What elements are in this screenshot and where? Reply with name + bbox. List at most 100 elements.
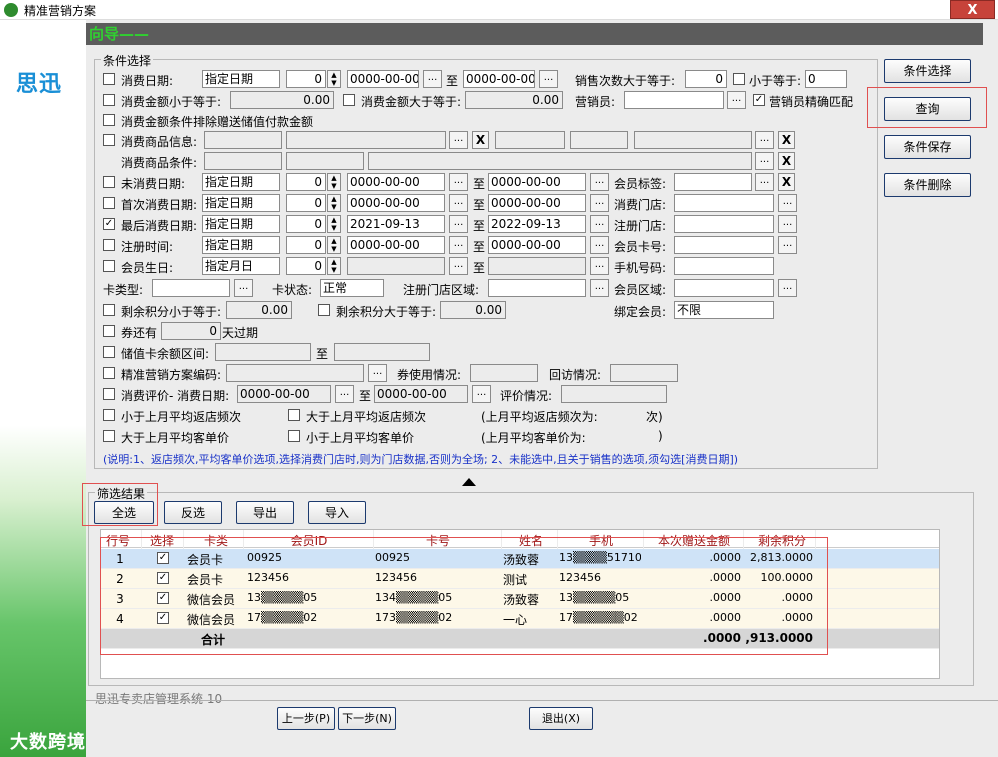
reg-time-to[interactable]: 0000-00-00 xyxy=(488,236,586,254)
close-button[interactable]: X xyxy=(950,0,995,19)
clerk-picker[interactable]: ... xyxy=(727,91,746,109)
export-button[interactable]: 导出 xyxy=(236,501,294,524)
product-info-field-2[interactable] xyxy=(286,131,446,149)
birthday-spin[interactable]: ▲ ▼ xyxy=(327,257,341,275)
freq-greater-checkbox[interactable] xyxy=(288,409,300,421)
condition-select-button[interactable]: 条件选择 xyxy=(884,59,971,83)
plan-code-input[interactable] xyxy=(226,364,364,382)
product-info-field-5[interactable] xyxy=(634,131,752,149)
coupon-expire-checkbox[interactable] xyxy=(103,325,115,337)
balance-to-input[interactable] xyxy=(334,343,430,361)
reg-time-spin[interactable]: ▲ ▼ xyxy=(327,236,341,254)
no-consume-to[interactable]: 0000-00-00 xyxy=(488,173,586,191)
reg-time-to-picker[interactable]: ... xyxy=(590,236,609,254)
points-less-checkbox[interactable] xyxy=(103,304,115,316)
card-type-picker[interactable]: ... xyxy=(234,279,253,297)
consume-store-input[interactable] xyxy=(674,194,774,212)
consume-date-mode[interactable]: 指定日期 xyxy=(202,70,280,88)
last-consume-mode[interactable]: 指定日期 xyxy=(202,215,280,233)
product-info-picker[interactable]: ... xyxy=(449,131,468,149)
no-consume-from[interactable]: 0000-00-00 xyxy=(347,173,445,191)
product-info-clear-2[interactable]: X xyxy=(778,131,795,149)
reg-time-mode[interactable]: 指定日期 xyxy=(202,236,280,254)
consume-date-to-picker[interactable]: ... xyxy=(539,70,558,88)
less-equal-checkbox[interactable] xyxy=(733,73,745,85)
product-info-field-4[interactable] xyxy=(570,131,628,149)
reg-time-num[interactable]: 0 xyxy=(286,236,326,254)
card-no-picker[interactable]: ... xyxy=(778,236,797,254)
consume-date-spin[interactable]: ▲ ▼ xyxy=(327,70,341,88)
birthday-num[interactable]: 0 xyxy=(286,257,326,275)
last-consume-spin[interactable]: ▲ ▼ xyxy=(327,215,341,233)
first-consume-to[interactable]: 0000-00-00 xyxy=(488,194,586,212)
birthday-from[interactable] xyxy=(347,257,445,275)
phone-input[interactable] xyxy=(674,257,774,275)
no-consume-num[interactable]: 0 xyxy=(286,173,326,191)
sales-count-input[interactable]: 0 xyxy=(685,70,727,88)
reg-store-input[interactable] xyxy=(674,215,774,233)
product-info-clear[interactable]: X xyxy=(472,131,489,149)
birthday-to[interactable] xyxy=(488,257,586,275)
plan-code-checkbox[interactable] xyxy=(103,367,115,379)
member-area-picker[interactable]: ... xyxy=(778,279,797,297)
consume-date-to[interactable]: 0000-00-00 xyxy=(463,70,535,88)
freq-less-checkbox[interactable] xyxy=(103,409,115,421)
card-type-input[interactable] xyxy=(152,279,230,297)
first-consume-checkbox[interactable] xyxy=(103,197,115,209)
member-tag-picker[interactable]: ... xyxy=(755,173,774,191)
no-consume-spin[interactable]: ▲ ▼ xyxy=(327,173,341,191)
evaluation-to-picker[interactable]: ... xyxy=(472,385,491,403)
product-cond-picker[interactable]: ... xyxy=(755,152,774,170)
last-consume-checkbox[interactable]: ✓ xyxy=(103,218,115,230)
consume-store-picker[interactable]: ... xyxy=(778,194,797,212)
evaluation-from[interactable]: 0000-00-00 xyxy=(237,385,331,403)
product-cond-field-3[interactable] xyxy=(368,152,752,170)
last-consume-to-picker[interactable]: ... xyxy=(590,215,609,233)
plan-code-picker[interactable]: ... xyxy=(368,364,387,382)
reg-area-picker[interactable]: ... xyxy=(590,279,609,297)
coupon-expire-input[interactable]: 0 xyxy=(161,322,221,340)
first-consume-num[interactable]: 0 xyxy=(286,194,326,212)
bind-member-select[interactable]: 不限 xyxy=(674,301,774,319)
amount-greater-checkbox[interactable] xyxy=(343,94,355,106)
first-consume-spin[interactable]: ▲ ▼ xyxy=(327,194,341,212)
less-equal-input[interactable]: 0 xyxy=(805,70,847,88)
clerk-match-checkbox[interactable]: ✓ xyxy=(753,94,765,106)
eval-status-input[interactable] xyxy=(561,385,667,403)
evaluation-to[interactable]: 0000-00-00 xyxy=(374,385,468,403)
import-button[interactable]: 导入 xyxy=(308,501,366,524)
select-all-button[interactable]: 全选 xyxy=(94,501,154,524)
reg-store-picker[interactable]: ... xyxy=(778,215,797,233)
coupon-usage-input[interactable] xyxy=(470,364,538,382)
last-consume-from[interactable]: 2021-09-13 xyxy=(347,215,445,233)
clerk-input[interactable] xyxy=(624,91,724,109)
product-info-field-3[interactable] xyxy=(495,131,565,149)
visit-input[interactable] xyxy=(610,364,678,382)
member-tag-clear[interactable]: X xyxy=(778,173,795,191)
product-info-checkbox[interactable] xyxy=(103,134,115,146)
price-less-checkbox[interactable] xyxy=(288,430,300,442)
first-consume-from[interactable]: 0000-00-00 xyxy=(347,194,445,212)
product-info-picker-2[interactable]: ... xyxy=(755,131,774,149)
member-tag-input[interactable] xyxy=(674,173,752,191)
member-area-input[interactable] xyxy=(674,279,774,297)
last-consume-to[interactable]: 2022-09-13 xyxy=(488,215,586,233)
no-consume-from-picker[interactable]: ... xyxy=(449,173,468,191)
birthday-from-picker[interactable]: ... xyxy=(449,257,468,275)
product-cond-field-1[interactable] xyxy=(204,152,282,170)
no-consume-to-picker[interactable]: ... xyxy=(590,173,609,191)
consume-date-checkbox[interactable] xyxy=(103,73,115,85)
evaluation-checkbox[interactable] xyxy=(103,388,115,400)
reg-time-from[interactable]: 0000-00-00 xyxy=(347,236,445,254)
birthday-mode[interactable]: 指定月日 xyxy=(202,257,280,275)
amount-less-checkbox[interactable] xyxy=(103,94,115,106)
amount-greater-input[interactable]: 0.00 xyxy=(465,91,563,109)
points-less-input[interactable]: 0.00 xyxy=(226,301,292,319)
reg-time-checkbox[interactable] xyxy=(103,239,115,251)
exclude-gift-checkbox[interactable] xyxy=(103,114,115,126)
balance-from-input[interactable] xyxy=(215,343,311,361)
product-cond-field-2[interactable] xyxy=(286,152,364,170)
first-consume-mode[interactable]: 指定日期 xyxy=(202,194,280,212)
card-no-input[interactable] xyxy=(674,236,774,254)
last-consume-num[interactable]: 0 xyxy=(286,215,326,233)
